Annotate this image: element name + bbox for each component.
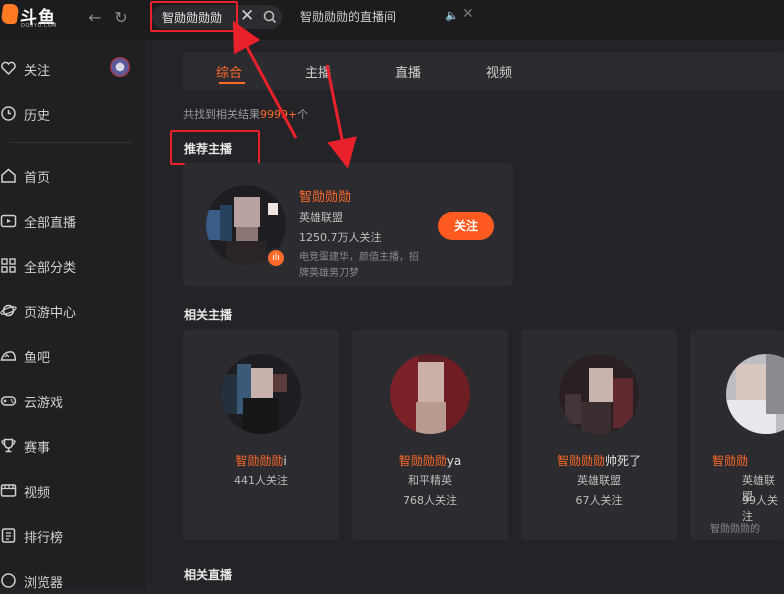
trophy-icon bbox=[1, 438, 16, 453]
result-count-suffix: 个 bbox=[297, 108, 309, 121]
clock-icon bbox=[1, 106, 16, 121]
tab-streamers[interactable]: 主播 bbox=[305, 62, 331, 81]
planet-icon bbox=[0, 304, 17, 317]
streamer-name-rest: ya bbox=[446, 454, 462, 468]
related-streamer-card[interactable]: 智勋勋勋帅死了 英雄联盟 67人关注 bbox=[521, 330, 677, 540]
tab-video[interactable]: 视频 bbox=[486, 62, 512, 81]
browser-tab-title[interactable]: 智勋勋勋的直播间 bbox=[300, 8, 396, 25]
douyu-logo[interactable]: 斗鱼 DOUYU.COM bbox=[0, 3, 62, 29]
streamer-name-highlight: 智勋勋勋 bbox=[235, 454, 284, 468]
sidebar-item-all-live[interactable]: 全部直播 bbox=[0, 210, 145, 234]
tab-close-icon[interactable]: ✕ bbox=[462, 6, 474, 22]
sidebar-item-label: 排行榜 bbox=[24, 531, 64, 546]
sidebar-item-label: 赛事 bbox=[24, 441, 51, 456]
streamer-avatar bbox=[221, 354, 301, 434]
speaker-mute-icon[interactable]: 🔈 bbox=[445, 9, 459, 22]
follow-button[interactable]: 关注 bbox=[438, 212, 494, 240]
streamer-followers: 67人关注 bbox=[575, 494, 623, 507]
sidebar-item-label: 鱼吧 bbox=[24, 351, 51, 366]
sidebar-item-fish-bar[interactable]: 鱼吧 bbox=[0, 345, 145, 369]
live-status-icon: ılı bbox=[266, 248, 286, 268]
streamer-avatar bbox=[726, 354, 784, 434]
recommended-section-title: 推荐主播 bbox=[184, 142, 233, 156]
sidebar-item-label: 全部分类 bbox=[24, 261, 77, 276]
streamer-name: 智勋勋 bbox=[712, 452, 748, 469]
logo-mark-icon bbox=[0, 4, 20, 24]
sidebar-item-video[interactable]: 视频 bbox=[0, 480, 145, 504]
streamer-avatar bbox=[559, 354, 639, 434]
fish-icon bbox=[0, 351, 17, 361]
sidebar-item-label: 首页 bbox=[24, 171, 51, 186]
sidebar-item-history[interactable]: 历史 bbox=[0, 103, 145, 127]
streamer-name-rest: i bbox=[283, 454, 287, 468]
result-count-prefix: 共找到相关结果 bbox=[183, 108, 260, 121]
logo-subtext: DOUYU.COM bbox=[21, 23, 57, 29]
grid-icon bbox=[1, 258, 16, 273]
sidebar-item-ranking[interactable]: 排行榜 bbox=[0, 525, 145, 549]
back-arrow-icon[interactable]: ← bbox=[86, 9, 104, 27]
related-streamer-card[interactable]: 智勋勋勋i 441人关注 bbox=[183, 330, 339, 540]
sidebar-item-browser[interactable]: 浏览器 bbox=[0, 570, 145, 594]
annotation-box-search bbox=[150, 1, 238, 32]
sidebar-item-label: 全部直播 bbox=[24, 216, 77, 231]
refresh-icon[interactable]: ↻ bbox=[112, 9, 130, 27]
sidebar-item-label: 视频 bbox=[24, 486, 51, 501]
sidebar-item-all-categories[interactable]: 全部分类 bbox=[0, 255, 145, 279]
streamer-name-highlight: 智勋勋勋 bbox=[398, 454, 447, 468]
ranking-icon bbox=[1, 528, 16, 543]
streamer-name-highlight: 智勋勋 bbox=[712, 454, 749, 468]
active-tab-indicator bbox=[219, 82, 245, 84]
sidebar-item-web-games[interactable]: 页游中心 bbox=[0, 300, 145, 324]
related-streamer-card[interactable]: 智勋勋 英雄联盟 99人关注 智勋勋勋的 bbox=[690, 330, 784, 540]
sidebar-item-home[interactable]: 首页 bbox=[0, 165, 145, 189]
streamer-name: 智勋勋勋i bbox=[183, 452, 339, 469]
heart-icon bbox=[1, 61, 16, 76]
streamer-followers: 441人关注 bbox=[234, 474, 288, 487]
sidebar-item-label: 云游戏 bbox=[24, 396, 64, 411]
result-count: 共找到相关结果9999+个 bbox=[183, 106, 308, 122]
gamepad-icon bbox=[0, 396, 17, 406]
related-streamer-card[interactable]: 智勋勋勋ya 和平精英 768人关注 bbox=[352, 330, 508, 540]
sidebar-item-label: 历史 bbox=[24, 109, 51, 124]
sidebar-divider bbox=[10, 142, 132, 143]
video-icon bbox=[0, 484, 17, 497]
streamer-name: 智勋勋勋ya bbox=[352, 452, 508, 469]
search-tab-bar bbox=[183, 52, 784, 90]
tv-icon bbox=[0, 214, 17, 228]
streamer-category: 英雄联盟 bbox=[577, 474, 621, 487]
result-count-number: 9999+ bbox=[260, 108, 298, 121]
top-bar: 斗鱼 DOUYU.COM ← ↻ 智勋勋勋勋 ✕ 智勋勋勋的直播间 🔈 ✕ bbox=[0, 0, 784, 40]
recommended-streamer-category: 英雄联盟 bbox=[299, 211, 343, 224]
browser-icon bbox=[1, 573, 16, 588]
avatar[interactable] bbox=[110, 57, 130, 77]
sidebar-item-label: 页游中心 bbox=[24, 306, 77, 321]
home-icon bbox=[1, 168, 16, 183]
sidebar-item-label: 关注 bbox=[24, 64, 51, 79]
related-live-title: 相关直播 bbox=[184, 568, 233, 582]
recommended-streamer-name[interactable]: 智勋勋勋 bbox=[299, 186, 351, 205]
sidebar-item-events[interactable]: 赛事 bbox=[0, 435, 145, 459]
streamer-name: 智勋勋勋帅死了 bbox=[521, 452, 677, 469]
clear-search-icon[interactable]: ✕ bbox=[240, 6, 254, 26]
streamer-category: 和平精英 bbox=[408, 474, 452, 487]
streamer-name-highlight: 智勋勋勋 bbox=[556, 454, 605, 468]
streamer-description: 智勋勋勋的 bbox=[710, 524, 760, 535]
search-icon[interactable] bbox=[262, 9, 278, 25]
sidebar-item-label: 浏览器 bbox=[24, 576, 64, 591]
streamer-name-rest: 帅死了 bbox=[605, 454, 642, 468]
tab-live[interactable]: 直播 bbox=[395, 62, 421, 81]
recommended-streamer-description: 电竞蛋建华，颜值主播，招牌英雄男刀梦 bbox=[299, 252, 419, 279]
streamer-avatar bbox=[390, 354, 470, 434]
streamer-followers: 768人关注 bbox=[403, 494, 457, 507]
tab-all[interactable]: 综合 bbox=[216, 62, 242, 81]
sidebar-item-cloud-games[interactable]: 云游戏 bbox=[0, 390, 145, 414]
recommended-streamer-followers: 1250.7万人关注 bbox=[299, 231, 382, 244]
related-streamers-title: 相关主播 bbox=[184, 308, 233, 322]
